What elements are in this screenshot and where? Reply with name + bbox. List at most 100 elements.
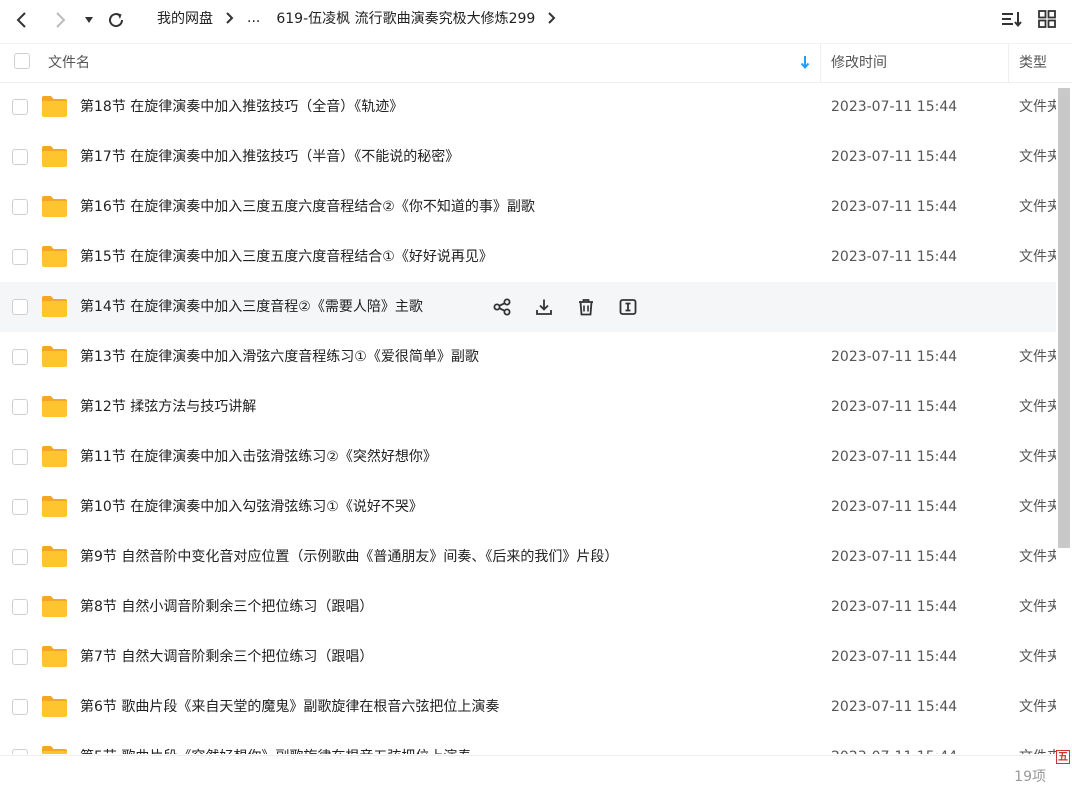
column-type-header[interactable]: 类型 [1019,44,1047,82]
row-checkbox[interactable] [12,449,28,465]
modified-time: 2023-07-11 15:44 [831,732,957,754]
folder-icon [42,696,67,717]
row-checkbox[interactable] [12,499,28,515]
row-checkbox[interactable] [12,649,28,665]
item-count: 19项 [1014,769,1046,785]
modified-time: 2023-07-11 15:44 [831,349,958,365]
row-checkbox[interactable] [12,199,28,215]
modified-time: 2023-07-11 15:44 [831,99,958,115]
list-item[interactable]: 第5节 歌曲片段《突然好想你》副歌旋律在根音五弦把位上演奏 2023-07-11… [0,732,1056,754]
row-checkbox[interactable] [12,399,28,415]
list-item[interactable]: 第15节 在旋律演奏中加入三度五度六度音程结合①《好好说再见》 2023-07-… [0,232,1056,282]
sort-button[interactable] [1000,8,1024,30]
file-type: 文件夹 [1019,499,1056,515]
row-checkbox[interactable] [12,699,28,715]
sort-icon [1002,12,1022,28]
breadcrumb-root[interactable]: 我的网盘 [155,8,215,28]
file-type: 文件夹 [1019,649,1056,665]
file-name[interactable]: 第8节 自然小调音阶剩余三个把位练习（跟唱） [80,582,373,632]
breadcrumb-ellipsis[interactable]: ... [245,10,262,26]
file-name[interactable]: 第5节 歌曲片段《突然好想你》副歌旋律在根音五弦把位上演奏 [80,732,471,754]
list-item[interactable]: 第18节 在旋律演奏中加入推弦技巧（全音）《轨迹》 2023-07-11 15:… [0,82,1056,132]
row-actions [490,295,658,319]
scrollbar-thumb[interactable] [1058,88,1070,548]
folder-icon [42,446,67,467]
refresh-icon [109,13,124,28]
row-checkbox[interactable] [12,149,28,165]
file-type: 文件夹 [1019,99,1056,115]
grid-icon [1038,10,1056,28]
folder-icon [42,596,67,617]
list-item[interactable]: 第7节 自然大调音阶剩余三个把位练习（跟唱） 2023-07-11 15:44 … [0,632,1056,682]
row-checkbox[interactable] [12,549,28,565]
folder-icon [42,96,67,117]
row-checkbox[interactable] [12,99,28,115]
file-type: 文件夹 [1019,449,1056,465]
select-all-checkbox[interactable] [14,53,30,69]
delete-button[interactable] [574,295,598,319]
file-name[interactable]: 第16节 在旋律演奏中加入三度五度六度音程结合②《你不知道的事》副歌 [80,182,535,232]
list-item[interactable]: 第14节 在旋律演奏中加入三度音程②《需要人陪》主歌 [0,282,1056,332]
file-name[interactable]: 第9节 自然音阶中变化音对应位置（示例歌曲《普通朋友》间奏、《后来的我们》片段） [80,532,618,582]
trash-icon [579,299,593,316]
file-name[interactable]: 第13节 在旋律演奏中加入滑弦六度音程练习①《爱很简单》副歌 [80,332,479,382]
rename-icon [619,299,637,315]
row-checkbox[interactable] [12,299,28,315]
file-name[interactable]: 第15节 在旋律演奏中加入三度五度六度音程结合①《好好说再见》 [80,232,493,282]
rename-button[interactable] [616,295,640,319]
column-mtime-header[interactable]: 修改时间 [831,44,887,82]
file-list: 第18节 在旋律演奏中加入推弦技巧（全音）《轨迹》 2023-07-11 15:… [0,82,1056,754]
column-name-header[interactable]: 文件名 [48,44,90,82]
list-item[interactable]: 第17节 在旋律演奏中加入推弦技巧（半音）《不能说的秘密》 2023-07-11… [0,132,1056,182]
file-name[interactable]: 第17节 在旋律演奏中加入推弦技巧（半音）《不能说的秘密》 [80,132,459,182]
chevron-right-icon [547,11,557,25]
list-item[interactable]: 第10节 在旋律演奏中加入勾弦滑弦练习①《说好不哭》 2023-07-11 15… [0,482,1056,532]
history-dropdown-button[interactable] [76,6,102,34]
file-name[interactable]: 第10节 在旋律演奏中加入勾弦滑弦练习①《说好不哭》 [80,482,423,532]
sort-desc-arrow-icon[interactable] [800,55,810,73]
refresh-button[interactable] [102,6,130,34]
list-item[interactable]: 第6节 歌曲片段《来自天堂的魔鬼》副歌旋律在根音六弦把位上演奏 2023-07-… [0,682,1056,732]
list-item[interactable]: 第12节 揉弦方法与技巧讲解 2023-07-11 15:44 文件夹 [0,382,1056,432]
modified-time: 2023-07-11 15:44 [831,699,958,715]
folder-icon [42,396,67,417]
file-name[interactable]: 第14节 在旋律演奏中加入三度音程②《需要人陪》主歌 [80,282,423,332]
list-item[interactable]: 第16节 在旋律演奏中加入三度五度六度音程结合②《你不知道的事》副歌 2023-… [0,182,1056,232]
toolbar: 我的网盘 ... 619-伍凌枫 流行歌曲演奏究极大修炼299 [0,0,1072,42]
list-item[interactable]: 第9节 自然音阶中变化音对应位置（示例歌曲《普通朋友》间奏、《后来的我们》片段）… [0,532,1056,582]
file-name[interactable]: 第11节 在旋律演奏中加入击弦滑弦练习②《突然好想你》 [80,432,437,482]
row-checkbox[interactable] [12,749,28,754]
file-type: 文件夹 [1019,699,1056,715]
download-button[interactable] [532,295,556,319]
row-checkbox[interactable] [12,599,28,615]
modified-time: 2023-07-11 15:44 [831,649,958,665]
file-name[interactable]: 第12节 揉弦方法与技巧讲解 [80,382,256,432]
chevron-right-icon [56,12,66,28]
file-name[interactable]: 第6节 歌曲片段《来自天堂的魔鬼》副歌旋律在根音六弦把位上演奏 [80,682,499,732]
breadcrumb: 我的网盘 ... 619-伍凌枫 流行歌曲演奏究极大修炼299 [155,0,567,36]
grid-view-button[interactable] [1036,8,1058,30]
caret-down-icon [85,17,93,23]
column-divider[interactable] [1008,44,1009,82]
row-checkbox[interactable] [12,249,28,265]
column-divider[interactable] [820,44,821,82]
modified-time: 2023-07-11 15:44 [831,449,958,465]
list-item[interactable]: 第11节 在旋律演奏中加入击弦滑弦练习②《突然好想你》 2023-07-11 1… [0,432,1056,482]
folder-icon [42,246,67,267]
back-button[interactable] [8,6,36,34]
file-type: 文件夹 [1019,399,1056,415]
download-icon [536,299,552,315]
file-type: 文件夹 [1019,349,1056,365]
list-item[interactable]: 第13节 在旋律演奏中加入滑弦六度音程练习①《爱很简单》副歌 2023-07-1… [0,332,1056,382]
file-name[interactable]: 第18节 在旋律演奏中加入推弦技巧（全音）《轨迹》 [80,82,403,132]
share-icon [493,298,511,316]
breadcrumb-current[interactable]: 619-伍凌枫 流行歌曲演奏究极大修炼299 [274,8,537,28]
modified-time: 2023-07-11 15:44 [831,199,958,215]
file-name[interactable]: 第7节 自然大调音阶剩余三个把位练习（跟唱） [80,632,373,682]
ime-indicator-icon[interactable]: 五 [1056,750,1070,764]
row-checkbox[interactable] [12,349,28,365]
list-item[interactable]: 第8节 自然小调音阶剩余三个把位练习（跟唱） 2023-07-11 15:44 … [0,582,1056,632]
forward-button[interactable] [46,6,74,34]
share-button[interactable] [490,295,514,319]
file-type: 文件夹 [1019,599,1056,615]
